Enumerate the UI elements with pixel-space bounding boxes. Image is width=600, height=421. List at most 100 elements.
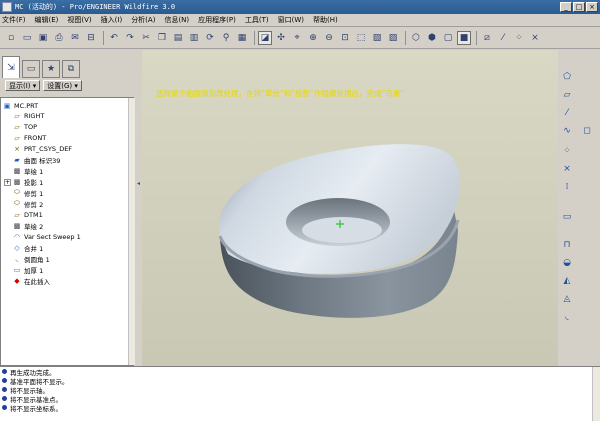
settings-dropdown[interactable]: 设置(G) ▾ bbox=[43, 80, 82, 91]
tree-item-label: TOP bbox=[24, 122, 38, 131]
menu-analysis[interactable]: 分析(A) bbox=[131, 15, 155, 25]
analysis-tool-icon[interactable]: ⁞ bbox=[560, 180, 574, 194]
zoom-in-icon[interactable]: ⊕ bbox=[306, 31, 320, 45]
projection-icon: ▩ bbox=[13, 177, 21, 186]
spin-center-icon[interactable]: ✣ bbox=[274, 31, 288, 45]
favorites-tab-icon[interactable]: ★ bbox=[42, 60, 60, 78]
menu-edit[interactable]: 编辑(E) bbox=[35, 15, 59, 25]
extrude-tool-icon[interactable]: ⊓ bbox=[560, 238, 574, 252]
tree-item-trim2[interactable]: ⬭ 修剪 2 bbox=[13, 199, 44, 209]
rectangle-tool-icon[interactable]: ▭ bbox=[560, 210, 574, 224]
datum-curve-tool-icon[interactable]: ∿ bbox=[560, 124, 574, 138]
menu-info[interactable]: 信息(N) bbox=[164, 15, 189, 25]
tree-item-dtm1[interactable]: ▱ DTM1 bbox=[13, 210, 42, 219]
menu-tools[interactable]: 工具(T) bbox=[245, 15, 269, 25]
model-tree-tab-icon[interactable]: ⇲ bbox=[2, 56, 20, 78]
datum-plane-icon: ▱ bbox=[14, 122, 20, 131]
csys-toggle-icon[interactable]: ⨯ bbox=[528, 31, 542, 45]
tree-item-sketch1[interactable]: ▩ 草绘 1 bbox=[13, 166, 44, 176]
menu-insert[interactable]: 插入(I) bbox=[101, 15, 123, 25]
tree-item-thicken[interactable]: ▭ 加厚 1 bbox=[13, 265, 44, 275]
tree-item-merge[interactable]: ◇ 合并 1 bbox=[13, 243, 43, 253]
folder-browser-tab-icon[interactable]: ▭ bbox=[22, 60, 40, 78]
send-icon[interactable]: ⊟ bbox=[84, 31, 98, 45]
minimize-icon[interactable]: _ bbox=[560, 2, 572, 12]
tree-item-root[interactable]: ▣ MC.PRT bbox=[3, 101, 38, 110]
collapse-arrow-icon[interactable]: ◂ bbox=[137, 180, 140, 187]
maximize-icon[interactable]: □ bbox=[573, 2, 585, 12]
reorient-icon[interactable]: ⬚ bbox=[354, 31, 368, 45]
datum-axes-toggle-icon[interactable]: ⁄ bbox=[496, 31, 510, 45]
surface-icon: ▰ bbox=[14, 155, 20, 164]
history-tab-icon[interactable]: ⧉ bbox=[62, 60, 80, 78]
tree-item-label: 修剪 2 bbox=[24, 200, 44, 209]
tree-item-label: 投影 1 bbox=[24, 178, 44, 187]
repaint-icon[interactable]: ◪ bbox=[258, 30, 272, 45]
paste-icon[interactable]: ▤ bbox=[171, 31, 185, 45]
menu-applications[interactable]: 应用程序(P) bbox=[198, 15, 236, 25]
datum-plane-tool-icon[interactable]: ⬠ bbox=[560, 70, 574, 84]
save-icon[interactable]: ▣ bbox=[36, 31, 50, 45]
graphics-viewport[interactable]: 选择整个曲面做加厚处理，在将“草绘”和“投影”作隐藏处理后，完成“鸟巢” bbox=[142, 50, 558, 366]
tree-item-sketch2[interactable]: ▩ 草绘 2 bbox=[13, 221, 44, 231]
new-file-icon[interactable]: ▫ bbox=[4, 31, 18, 45]
menu-file[interactable]: 文件(F) bbox=[2, 15, 26, 25]
datum-plane2-tool-icon[interactable]: ▱ bbox=[560, 88, 574, 102]
saved-views-icon[interactable]: ▧ bbox=[370, 31, 384, 45]
copy-icon[interactable]: ❐ bbox=[155, 31, 169, 45]
cut-icon[interactable]: ✂ bbox=[139, 31, 153, 45]
trim-icon: ⬭ bbox=[14, 199, 20, 207]
datum-point-tool-icon[interactable]: ⁘ bbox=[560, 144, 574, 158]
wireframe-icon[interactable]: ⬡ bbox=[409, 31, 423, 45]
open-folder-icon[interactable]: ▭ bbox=[20, 31, 34, 45]
tree-item-trim1[interactable]: ⬭ 修剪 1 bbox=[13, 188, 44, 198]
sketch-tool-icon[interactable]: ◻ bbox=[580, 124, 594, 138]
hidden-line-icon[interactable]: ⬢ bbox=[425, 31, 439, 45]
tree-item-front[interactable]: ▱ FRONT bbox=[13, 133, 46, 142]
datum-axis-tool-icon[interactable]: ⁄ bbox=[560, 106, 574, 120]
menu-view[interactable]: 视图(V) bbox=[67, 15, 91, 25]
message-scrollbar[interactable] bbox=[592, 367, 600, 421]
tree-item-round[interactable]: ◟ 倒圆角 1 bbox=[13, 254, 50, 264]
csys-tool-icon[interactable]: ⨯ bbox=[560, 162, 574, 176]
expand-icon[interactable]: + bbox=[4, 179, 11, 186]
tree-item-sweep[interactable]: ◠ Var Sect Sweep 1 bbox=[13, 232, 81, 241]
tree-item-projection1[interactable]: ▩ 投影 1 bbox=[13, 177, 44, 187]
paste-special-icon[interactable]: ▥ bbox=[187, 31, 201, 45]
tree-item-insert-here[interactable]: ◆ 在此插入 bbox=[13, 276, 50, 286]
status-line: 将不显示坐标系。 bbox=[0, 403, 600, 413]
app-icon bbox=[2, 2, 12, 12]
datum-planes-toggle-icon[interactable]: ⧄ bbox=[480, 31, 494, 45]
tree-item-right[interactable]: ▱ RIGHT bbox=[13, 111, 44, 120]
revolve-tool-icon[interactable]: ◒ bbox=[560, 256, 574, 270]
display-dropdown[interactable]: 显示(I) ▾ bbox=[5, 80, 41, 91]
find-icon[interactable]: ⚲ bbox=[219, 31, 233, 45]
print-icon[interactable]: ⎙ bbox=[52, 31, 66, 45]
tree-item-csys[interactable]: ⨯ PRT_CSYS_DEF bbox=[13, 144, 72, 153]
select-icon[interactable]: ▦ bbox=[235, 31, 249, 45]
model-tree-panel: ⇲ ▭ ★ ⧉ 显示(I) ▾ 设置(G) ▾ ▣ MC.PRT ▱ RIGHT ▱… bbox=[0, 50, 136, 366]
refit-icon[interactable]: ⊡ bbox=[338, 31, 352, 45]
regenerate-icon[interactable]: ⟳ bbox=[203, 31, 217, 45]
shading-icon[interactable]: ■ bbox=[457, 30, 471, 45]
layers-icon[interactable]: ▨ bbox=[386, 31, 400, 45]
zoom-out-icon[interactable]: ⊖ bbox=[322, 31, 336, 45]
close-icon[interactable]: × bbox=[586, 2, 598, 12]
tree-item-label: 修剪 1 bbox=[24, 189, 44, 198]
no-hidden-icon[interactable]: ▢ bbox=[441, 31, 455, 45]
sweep-tool-icon[interactable]: ◭ bbox=[560, 274, 574, 288]
menu-help[interactable]: 帮助(H) bbox=[313, 15, 338, 25]
round-tool-icon[interactable]: ◟ bbox=[560, 310, 574, 324]
redo-icon[interactable]: ↷ bbox=[123, 31, 137, 45]
tree-item-top[interactable]: ▱ TOP bbox=[13, 122, 37, 131]
tree-item-surface[interactable]: ▰ 曲面 标识39 bbox=[13, 155, 60, 165]
tree-scrollbar[interactable] bbox=[128, 98, 135, 365]
orient-icon[interactable]: ⌖ bbox=[290, 31, 304, 45]
thicken-icon: ▭ bbox=[13, 265, 21, 274]
window-controls: _ □ × bbox=[560, 2, 598, 12]
blend-tool-icon[interactable]: ◬ bbox=[560, 292, 574, 306]
undo-icon[interactable]: ↶ bbox=[107, 31, 121, 45]
menu-window[interactable]: 窗口(W) bbox=[278, 15, 304, 25]
datum-points-toggle-icon[interactable]: ⁘ bbox=[512, 31, 526, 45]
email-icon[interactable]: ✉ bbox=[68, 31, 82, 45]
